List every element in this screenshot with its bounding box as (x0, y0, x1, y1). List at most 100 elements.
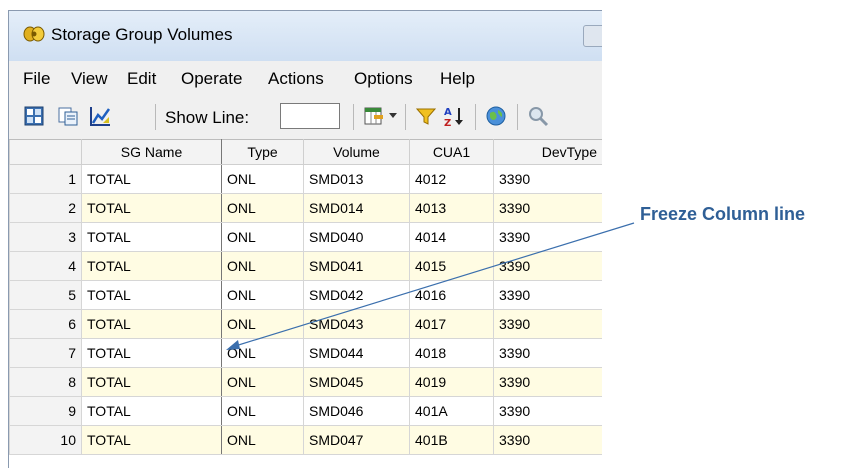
cell-cua1[interactable]: 4018 (409, 338, 494, 368)
cell-type[interactable]: ONL (221, 367, 304, 397)
table-row[interactable]: 4 TOTAL ONL SMD041 4015 3390 (9, 251, 602, 281)
cell-sg-name[interactable]: TOTAL (81, 309, 222, 339)
menu-actions[interactable]: Actions (268, 69, 324, 89)
row-number[interactable]: 6 (9, 309, 82, 339)
row-number[interactable]: 2 (9, 193, 82, 223)
table-row[interactable]: 7 TOTAL ONL SMD044 4018 3390 (9, 338, 602, 368)
cell-volume[interactable]: SMD041 (303, 251, 410, 281)
column-chooser-icon[interactable] (363, 105, 385, 127)
cell-devtype[interactable]: 3390 (493, 425, 602, 455)
copy-icon[interactable] (57, 105, 79, 127)
cell-type[interactable]: ONL (221, 425, 304, 455)
sort-az-icon[interactable]: A Z (443, 105, 465, 127)
menu-operate[interactable]: Operate (181, 69, 242, 89)
cell-cua1[interactable]: 4014 (409, 222, 494, 252)
row-number[interactable]: 10 (9, 425, 82, 455)
cell-sg-name[interactable]: TOTAL (81, 251, 222, 281)
table-row[interactable]: 10 TOTAL ONL SMD047 401B 3390 (9, 425, 602, 455)
cell-volume[interactable]: SMD046 (303, 396, 410, 426)
freeze-column-annotation: Freeze Column line (640, 204, 806, 224)
table-row[interactable]: 6 TOTAL ONL SMD043 4017 3390 (9, 309, 602, 339)
cell-cua1[interactable]: 401A (409, 396, 494, 426)
menu-edit[interactable]: Edit (127, 69, 156, 89)
cell-devtype[interactable]: 3390 (493, 164, 602, 194)
chart-icon[interactable] (89, 105, 111, 127)
cell-devtype[interactable]: 3390 (493, 193, 602, 223)
cell-type[interactable]: ONL (221, 193, 304, 223)
grid-view-icon[interactable] (23, 105, 45, 127)
cell-type[interactable]: ONL (221, 309, 304, 339)
cell-devtype[interactable]: 3390 (493, 338, 602, 368)
cell-cua1[interactable]: 4019 (409, 367, 494, 397)
table-row[interactable]: 5 TOTAL ONL SMD042 4016 3390 (9, 280, 602, 310)
cell-sg-name[interactable]: TOTAL (81, 164, 222, 194)
cell-sg-name[interactable]: TOTAL (81, 338, 222, 368)
row-number-header[interactable] (9, 139, 82, 165)
chevron-down-icon[interactable] (389, 113, 397, 118)
cell-devtype[interactable]: 3390 (493, 396, 602, 426)
row-number[interactable]: 1 (9, 164, 82, 194)
cell-devtype[interactable]: 3390 (493, 367, 602, 397)
minimize-button[interactable] (583, 25, 602, 47)
cell-type[interactable]: ONL (221, 280, 304, 310)
globe-icon[interactable] (485, 105, 507, 127)
cell-sg-name[interactable]: TOTAL (81, 425, 222, 455)
cell-cua1[interactable]: 4016 (409, 280, 494, 310)
row-number[interactable]: 4 (9, 251, 82, 281)
table-row[interactable]: 2 TOTAL ONL SMD014 4013 3390 (9, 193, 602, 223)
column-header-sg-name[interactable]: SG Name (81, 139, 222, 165)
toolbar: Show Line: A Z (9, 97, 602, 137)
show-line-input[interactable] (280, 103, 340, 129)
menu-options[interactable]: Options (354, 69, 413, 89)
row-number[interactable]: 8 (9, 367, 82, 397)
row-number[interactable]: 3 (9, 222, 82, 252)
cell-devtype[interactable]: 3390 (493, 280, 602, 310)
cell-type[interactable]: ONL (221, 222, 304, 252)
title-bar[interactable]: Storage Group Volumes (9, 11, 602, 61)
cell-volume[interactable]: SMD042 (303, 280, 410, 310)
column-header-volume[interactable]: Volume (303, 139, 410, 165)
table-row[interactable]: 3 TOTAL ONL SMD040 4014 3390 (9, 222, 602, 252)
cell-sg-name[interactable]: TOTAL (81, 193, 222, 223)
search-icon[interactable] (527, 105, 549, 127)
cell-volume[interactable]: SMD044 (303, 338, 410, 368)
column-header-devtype[interactable]: DevType (493, 139, 602, 165)
cell-sg-name[interactable]: TOTAL (81, 396, 222, 426)
cell-devtype[interactable]: 3390 (493, 222, 602, 252)
column-header-cua1[interactable]: CUA1 (409, 139, 494, 165)
row-number[interactable]: 5 (9, 280, 82, 310)
cell-type[interactable]: ONL (221, 164, 304, 194)
cell-volume[interactable]: SMD013 (303, 164, 410, 194)
cell-sg-name[interactable]: TOTAL (81, 367, 222, 397)
cell-cua1[interactable]: 4017 (409, 309, 494, 339)
row-number[interactable]: 9 (9, 396, 82, 426)
cell-type[interactable]: ONL (221, 251, 304, 281)
cell-volume[interactable]: SMD045 (303, 367, 410, 397)
cell-cua1[interactable]: 4013 (409, 193, 494, 223)
cell-sg-name[interactable]: TOTAL (81, 280, 222, 310)
row-number[interactable]: 7 (9, 338, 82, 368)
cell-volume[interactable]: SMD047 (303, 425, 410, 455)
column-header-type[interactable]: Type (221, 139, 304, 165)
filter-icon[interactable] (415, 105, 437, 127)
menu-bar: File View Edit Operate Actions Options H… (9, 61, 602, 97)
cell-volume[interactable]: SMD040 (303, 222, 410, 252)
cell-type[interactable]: ONL (221, 338, 304, 368)
menu-file[interactable]: File (23, 69, 50, 89)
cell-sg-name[interactable]: TOTAL (81, 222, 222, 252)
cell-cua1[interactable]: 4015 (409, 251, 494, 281)
cell-volume[interactable]: SMD043 (303, 309, 410, 339)
cell-cua1[interactable]: 401B (409, 425, 494, 455)
menu-view[interactable]: View (71, 69, 108, 89)
cell-type[interactable]: ONL (221, 396, 304, 426)
cell-devtype[interactable]: 3390 (493, 309, 602, 339)
storage-group-volumes-window: Storage Group Volumes File View Edit Ope… (8, 10, 602, 468)
table-row[interactable]: 1 TOTAL ONL SMD013 4012 3390 (9, 164, 602, 194)
menu-help[interactable]: Help (440, 69, 475, 89)
window-title: Storage Group Volumes (51, 25, 233, 44)
table-row[interactable]: 8 TOTAL ONL SMD045 4019 3390 (9, 367, 602, 397)
cell-volume[interactable]: SMD014 (303, 193, 410, 223)
cell-cua1[interactable]: 4012 (409, 164, 494, 194)
table-row[interactable]: 9 TOTAL ONL SMD046 401A 3390 (9, 396, 602, 426)
cell-devtype[interactable]: 3390 (493, 251, 602, 281)
